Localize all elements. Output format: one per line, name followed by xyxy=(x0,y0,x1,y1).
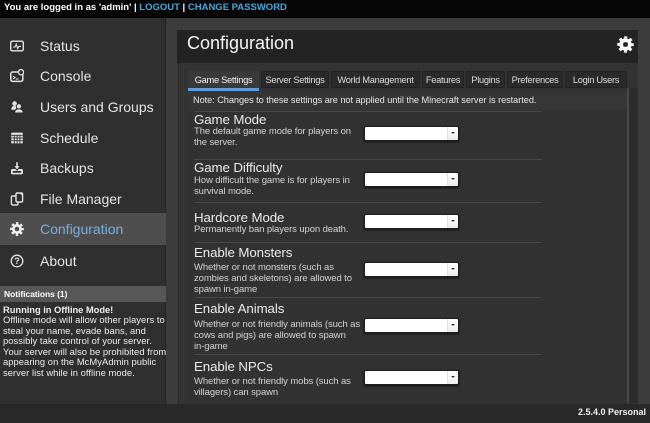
svg-text:?: ? xyxy=(14,256,20,266)
